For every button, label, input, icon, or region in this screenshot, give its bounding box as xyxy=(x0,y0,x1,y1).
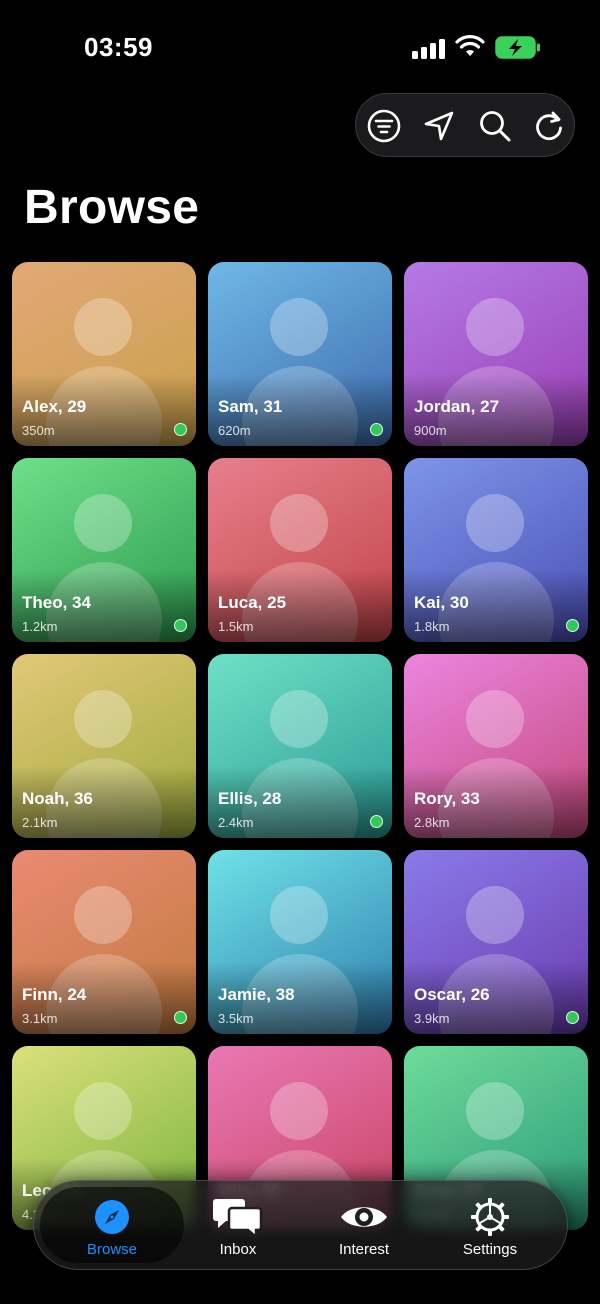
search-icon xyxy=(480,111,511,142)
chat-bubbles-icon xyxy=(213,1199,263,1238)
profile-distance: 2.8km xyxy=(414,815,450,830)
profile-distance: 2.1km xyxy=(22,815,58,830)
online-status-dot xyxy=(566,1011,579,1024)
battery-charging-icon xyxy=(495,36,540,59)
avatar-head-silhouette xyxy=(74,298,132,356)
profile-name: Alex, 29 xyxy=(22,397,87,416)
avatar-head-silhouette xyxy=(270,494,328,552)
search-button[interactable] xyxy=(475,106,515,146)
refresh-button[interactable] xyxy=(529,106,569,146)
profile-distance: 3.1km xyxy=(22,1011,58,1026)
online-status-dot xyxy=(174,1011,187,1024)
filter-icon xyxy=(367,109,401,143)
profile-name: Jamie, 38 xyxy=(218,985,295,1004)
avatar-head-silhouette xyxy=(270,1082,328,1140)
profile-name: Rory, 33 xyxy=(414,789,480,808)
profile-distance: 3.9km xyxy=(414,1011,450,1026)
profile-name: Sam, 31 xyxy=(218,397,283,416)
profile-distance: 1.8km xyxy=(414,619,450,634)
profile-distance: 900m xyxy=(414,423,447,438)
profile-name: Finn, 24 xyxy=(22,985,87,1004)
avatar-head-silhouette xyxy=(270,886,328,944)
tab-settings[interactable]: Settings xyxy=(425,1187,555,1263)
profile-name: Luca, 25 xyxy=(218,593,287,612)
profile-card[interactable]: Ellis, 28 2.4km xyxy=(208,654,392,838)
avatar-head-silhouette xyxy=(74,886,132,944)
tab-inbox-label: Inbox xyxy=(219,1241,257,1258)
avatar-head-silhouette xyxy=(74,1082,132,1140)
profile-card[interactable]: Finn, 24 3.1km xyxy=(12,850,196,1034)
eye-icon xyxy=(341,1207,387,1227)
profile-name: Theo, 34 xyxy=(22,593,91,612)
profile-name: Jordan, 27 xyxy=(414,397,500,416)
online-status-dot xyxy=(566,619,579,632)
online-status-dot xyxy=(370,815,383,828)
profile-distance: 1.2km xyxy=(22,619,58,634)
tab-interest[interactable]: Interest xyxy=(299,1187,429,1263)
gear-icon xyxy=(471,1198,509,1236)
profile-distance: 3.5km xyxy=(218,1011,254,1026)
profile-card[interactable]: Alex, 29 350m xyxy=(12,262,196,446)
avatar-head-silhouette xyxy=(466,494,524,552)
online-status-dot xyxy=(174,619,187,632)
profile-card[interactable]: Theo, 34 1.2km xyxy=(12,458,196,642)
profile-card[interactable]: Luca, 25 1.5km xyxy=(208,458,392,642)
top-toolbar xyxy=(355,93,575,157)
cellular-signal-icon xyxy=(412,37,446,59)
filter-button[interactable] xyxy=(364,106,404,146)
online-status-dot xyxy=(370,423,383,436)
location-arrow-icon xyxy=(424,111,454,141)
profile-name: Ellis, 28 xyxy=(218,789,282,808)
profile-name: Noah, 36 xyxy=(22,789,93,808)
page-title: Browse xyxy=(24,181,200,234)
profile-name: Oscar, 26 xyxy=(414,985,490,1004)
profile-card[interactable]: Noah, 36 2.1km xyxy=(12,654,196,838)
online-status-dot xyxy=(174,423,187,436)
profile-card[interactable]: Sam, 31 620m xyxy=(208,262,392,446)
refresh-icon xyxy=(536,111,562,141)
tab-browse[interactable]: Browse xyxy=(40,1187,184,1263)
location-button[interactable] xyxy=(419,106,459,146)
profile-card[interactable]: Jamie, 38 3.5km xyxy=(208,850,392,1034)
profile-card[interactable]: Kai, 30 1.8km xyxy=(404,458,588,642)
tab-interest-label: Interest xyxy=(338,1241,390,1258)
avatar-head-silhouette xyxy=(74,690,132,748)
profile-card[interactable]: Oscar, 26 3.9km xyxy=(404,850,588,1034)
avatar-head-silhouette xyxy=(466,886,524,944)
avatar-head-silhouette xyxy=(466,298,524,356)
tab-inbox[interactable]: Inbox xyxy=(173,1187,303,1263)
avatar-head-silhouette xyxy=(74,494,132,552)
wifi-icon xyxy=(455,35,485,56)
profile-distance: 350m xyxy=(22,423,55,438)
profile-card[interactable]: Rory, 33 2.8km xyxy=(404,654,588,838)
tab-settings-label: Settings xyxy=(462,1241,518,1258)
avatar-head-silhouette xyxy=(466,690,524,748)
tab-bar: Browse Inbox Interest Settings xyxy=(33,1180,568,1270)
avatar-head-silhouette xyxy=(270,690,328,748)
profile-distance: 620m xyxy=(218,423,251,438)
compass-icon xyxy=(95,1200,129,1234)
tab-browse-label: Browse xyxy=(86,1241,138,1258)
profile-distance: 2.4km xyxy=(218,815,254,830)
avatar-head-silhouette xyxy=(466,1082,524,1140)
avatar-head-silhouette xyxy=(270,298,328,356)
profile-card[interactable]: Jordan, 27 900m xyxy=(404,262,588,446)
profile-name: Kai, 30 xyxy=(414,593,469,612)
status-bar: 03:59 xyxy=(0,0,600,96)
profile-distance: 1.5km xyxy=(218,619,254,634)
status-time: 03:59 xyxy=(84,32,153,62)
